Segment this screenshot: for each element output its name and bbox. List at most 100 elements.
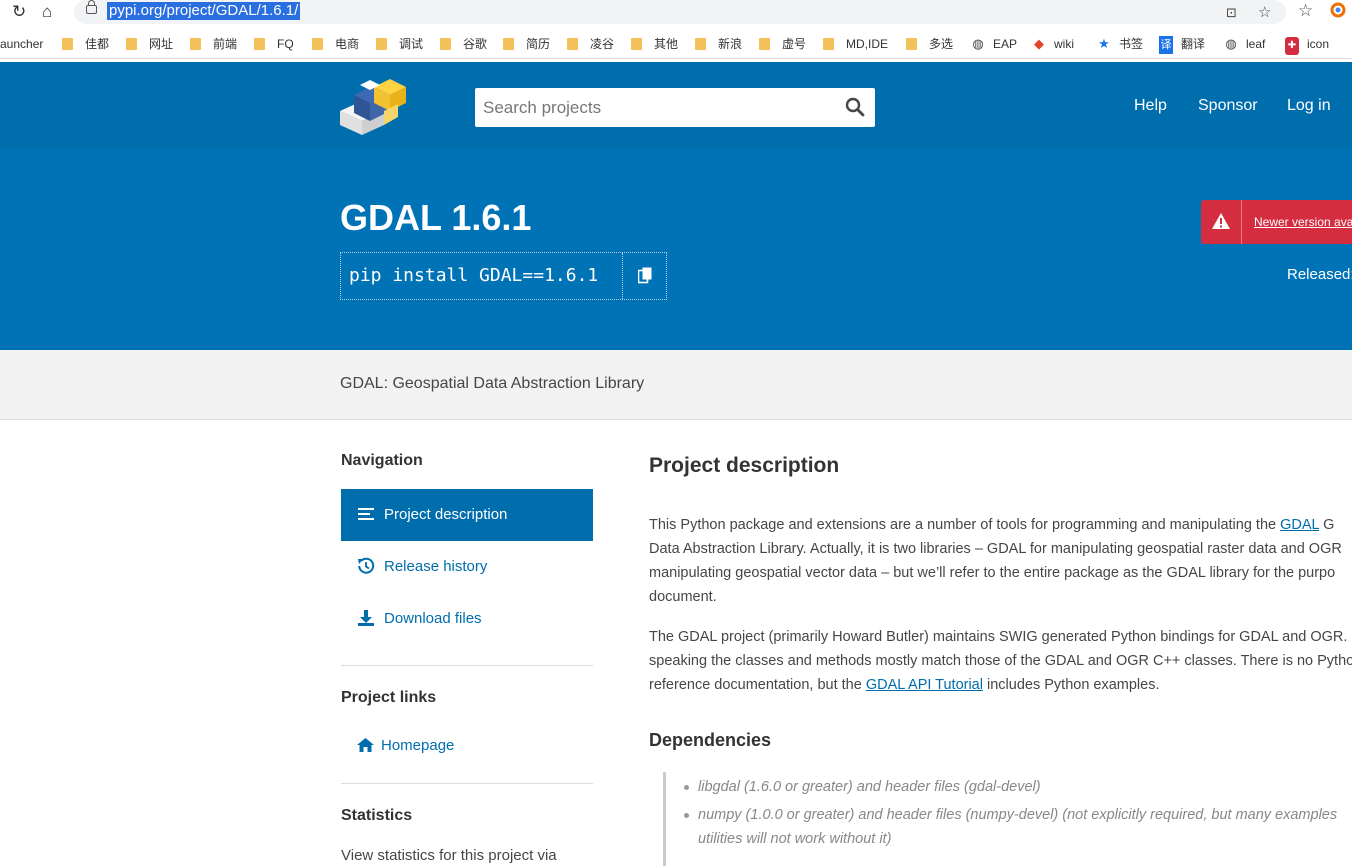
- nav-project-description[interactable]: Project description: [341, 489, 593, 541]
- folder-icon: [695, 38, 706, 50]
- para-text: reference documentation, but the: [649, 677, 866, 693]
- bookmark-item[interactable]: FQ: [254, 35, 294, 53]
- newer-version-alert: Newer version ava: [1201, 200, 1352, 244]
- package-summary-bar: GDAL: Geospatial Data Abstraction Librar…: [0, 350, 1352, 420]
- para-text: This Python package and extensions are a…: [649, 517, 1281, 533]
- bookmark-label: 虚号: [782, 37, 807, 51]
- dependency-item: numpy (1.0.0 or greater) and header file…: [683, 803, 1337, 827]
- browser-toolbar: ↻ ⌂ pypi.org/project/GDAL/1.6.1/ ⊡ ☆ ☆: [0, 0, 1352, 26]
- login-link[interactable]: Log in: [1287, 96, 1331, 116]
- reload-icon[interactable]: ↻: [12, 2, 26, 22]
- bookmark-label: 佳都: [85, 37, 110, 51]
- bookmark-item[interactable]: 前端: [190, 35, 237, 53]
- url-text[interactable]: pypi.org/project/GDAL/1.6.1/: [107, 2, 301, 20]
- bookmark-item[interactable]: 多选: [906, 35, 953, 53]
- globe-icon: ◍: [1225, 36, 1237, 51]
- bookmark-item[interactable]: 电商: [312, 35, 359, 53]
- statistics-text: View statistics for this project via: [341, 847, 557, 864]
- gdal-api-tutorial-link[interactable]: GDAL API Tutorial: [866, 677, 983, 693]
- bookmark-item[interactable]: ◍ EAP: [971, 35, 1017, 53]
- bookmark-item[interactable]: ◍ leaf: [1224, 35, 1265, 53]
- released-label: Released:: [1287, 266, 1352, 283]
- bookmark-label: icon: [1307, 37, 1330, 51]
- para-text: document.: [649, 589, 717, 605]
- bookmark-label: 书签: [1119, 37, 1144, 51]
- bookmark-star-icon[interactable]: ☆: [1258, 3, 1271, 21]
- folder-icon: [190, 38, 201, 50]
- search-icon[interactable]: [845, 97, 865, 117]
- gdal-link[interactable]: GDAL: [1280, 517, 1319, 533]
- para-text: The GDAL project (primarily Howard Butle…: [649, 629, 1348, 645]
- package-summary: GDAL: Geospatial Data Abstraction Librar…: [340, 375, 645, 392]
- description-heading: Project description: [649, 454, 840, 477]
- bookmark-item[interactable]: MD,IDE: [823, 35, 888, 53]
- bookmark-item[interactable]: 调试: [376, 35, 423, 53]
- copy-icon: [638, 267, 652, 284]
- folder-icon: [631, 38, 642, 50]
- dependencies-block: libgdal (1.6.0 or greater) and header fi…: [663, 772, 1352, 866]
- folder-icon: [126, 38, 137, 50]
- bookmark-label: 前端: [213, 37, 238, 51]
- description-paragraph-2: The GDAL project (primarily Howard Butle…: [649, 625, 1352, 697]
- nav-release-history[interactable]: Release history: [341, 541, 593, 593]
- bookmark-label: MD,IDE: [846, 37, 888, 51]
- folder-icon: [567, 38, 578, 50]
- bookmark-label: 其他: [654, 37, 679, 51]
- bookmark-item[interactable]: 简历: [503, 35, 550, 53]
- sponsor-link[interactable]: Sponsor: [1198, 96, 1258, 116]
- statistics-heading: Statistics: [341, 807, 413, 824]
- pypi-logo[interactable]: [340, 77, 406, 135]
- bookmark-item[interactable]: 译翻译: [1159, 35, 1205, 54]
- folder-icon: [823, 38, 834, 50]
- warning-icon: [1212, 213, 1230, 229]
- bookmark-item[interactable]: 佳都: [62, 35, 109, 53]
- bookmark-item[interactable]: 谷歌: [440, 35, 487, 53]
- bookmark-label: 谷歌: [463, 37, 488, 51]
- home-icon[interactable]: ⌂: [42, 2, 52, 22]
- package-banner: GDAL 1.6.1 pip install GDAL==1.6.1 Newer…: [0, 148, 1352, 350]
- extension-icon[interactable]: [1330, 2, 1346, 22]
- bookmark-label: FQ: [277, 37, 294, 51]
- site-header: Help Sponsor Log in: [0, 62, 1352, 148]
- nav-label: Release history: [384, 558, 488, 575]
- pip-install-box: pip install GDAL==1.6.1: [340, 252, 667, 300]
- bookmark-item[interactable]: auncher: [0, 35, 43, 53]
- pip-command[interactable]: pip install GDAL==1.6.1: [349, 265, 598, 287]
- bookmark-item[interactable]: 其他: [631, 35, 678, 53]
- copy-button[interactable]: [622, 253, 667, 299]
- bookmark-item[interactable]: 虚号: [759, 35, 806, 53]
- bookmarks-star-icon[interactable]: ☆: [1298, 1, 1313, 21]
- bookmark-label: EAP: [993, 37, 1018, 51]
- para-text: Data Abstraction Library. Actually, it i…: [649, 541, 1342, 557]
- bookmark-item[interactable]: 凌谷: [567, 35, 614, 53]
- globe-icon: ◍: [972, 36, 984, 51]
- newer-version-link[interactable]: Newer version ava: [1254, 215, 1352, 229]
- folder-icon: [440, 38, 451, 50]
- translate-page-icon[interactable]: ⊡: [1226, 5, 1237, 21]
- bookmark-item[interactable]: ★ 书签: [1097, 35, 1143, 53]
- sidebar-divider: [341, 783, 593, 784]
- para-text: manipulating geospatial vector data – bu…: [649, 565, 1336, 581]
- package-title: GDAL 1.6.1: [340, 197, 532, 238]
- lock-icon[interactable]: [86, 0, 97, 14]
- bookmark-item[interactable]: ✚ icon: [1285, 35, 1330, 55]
- gitlab-icon: ◆: [1034, 36, 1044, 51]
- dependency-item-continued: utilities will not work without it): [698, 831, 892, 847]
- nav-download-files[interactable]: Download files: [341, 593, 593, 645]
- bookmark-label: auncher: [0, 37, 44, 51]
- bookmark-label: 网址: [149, 37, 174, 51]
- bookmark-item[interactable]: ◆ wiki: [1032, 35, 1074, 53]
- bookmark-label: 调试: [399, 37, 424, 51]
- alert-icon-box: [1201, 200, 1242, 244]
- folder-icon: [312, 38, 323, 50]
- folder-icon: [254, 38, 265, 50]
- folder-icon: [906, 38, 917, 50]
- para-text: G: [1319, 517, 1335, 533]
- help-link[interactable]: Help: [1134, 96, 1167, 116]
- star-icon: ★: [1098, 36, 1110, 51]
- search-input[interactable]: [475, 88, 851, 127]
- bookmark-item[interactable]: 网址: [126, 35, 173, 53]
- para-text: includes Python examples.: [982, 677, 1160, 693]
- bookmark-item[interactable]: 新浪: [695, 35, 742, 53]
- bookmark-label: wiki: [1054, 37, 1074, 51]
